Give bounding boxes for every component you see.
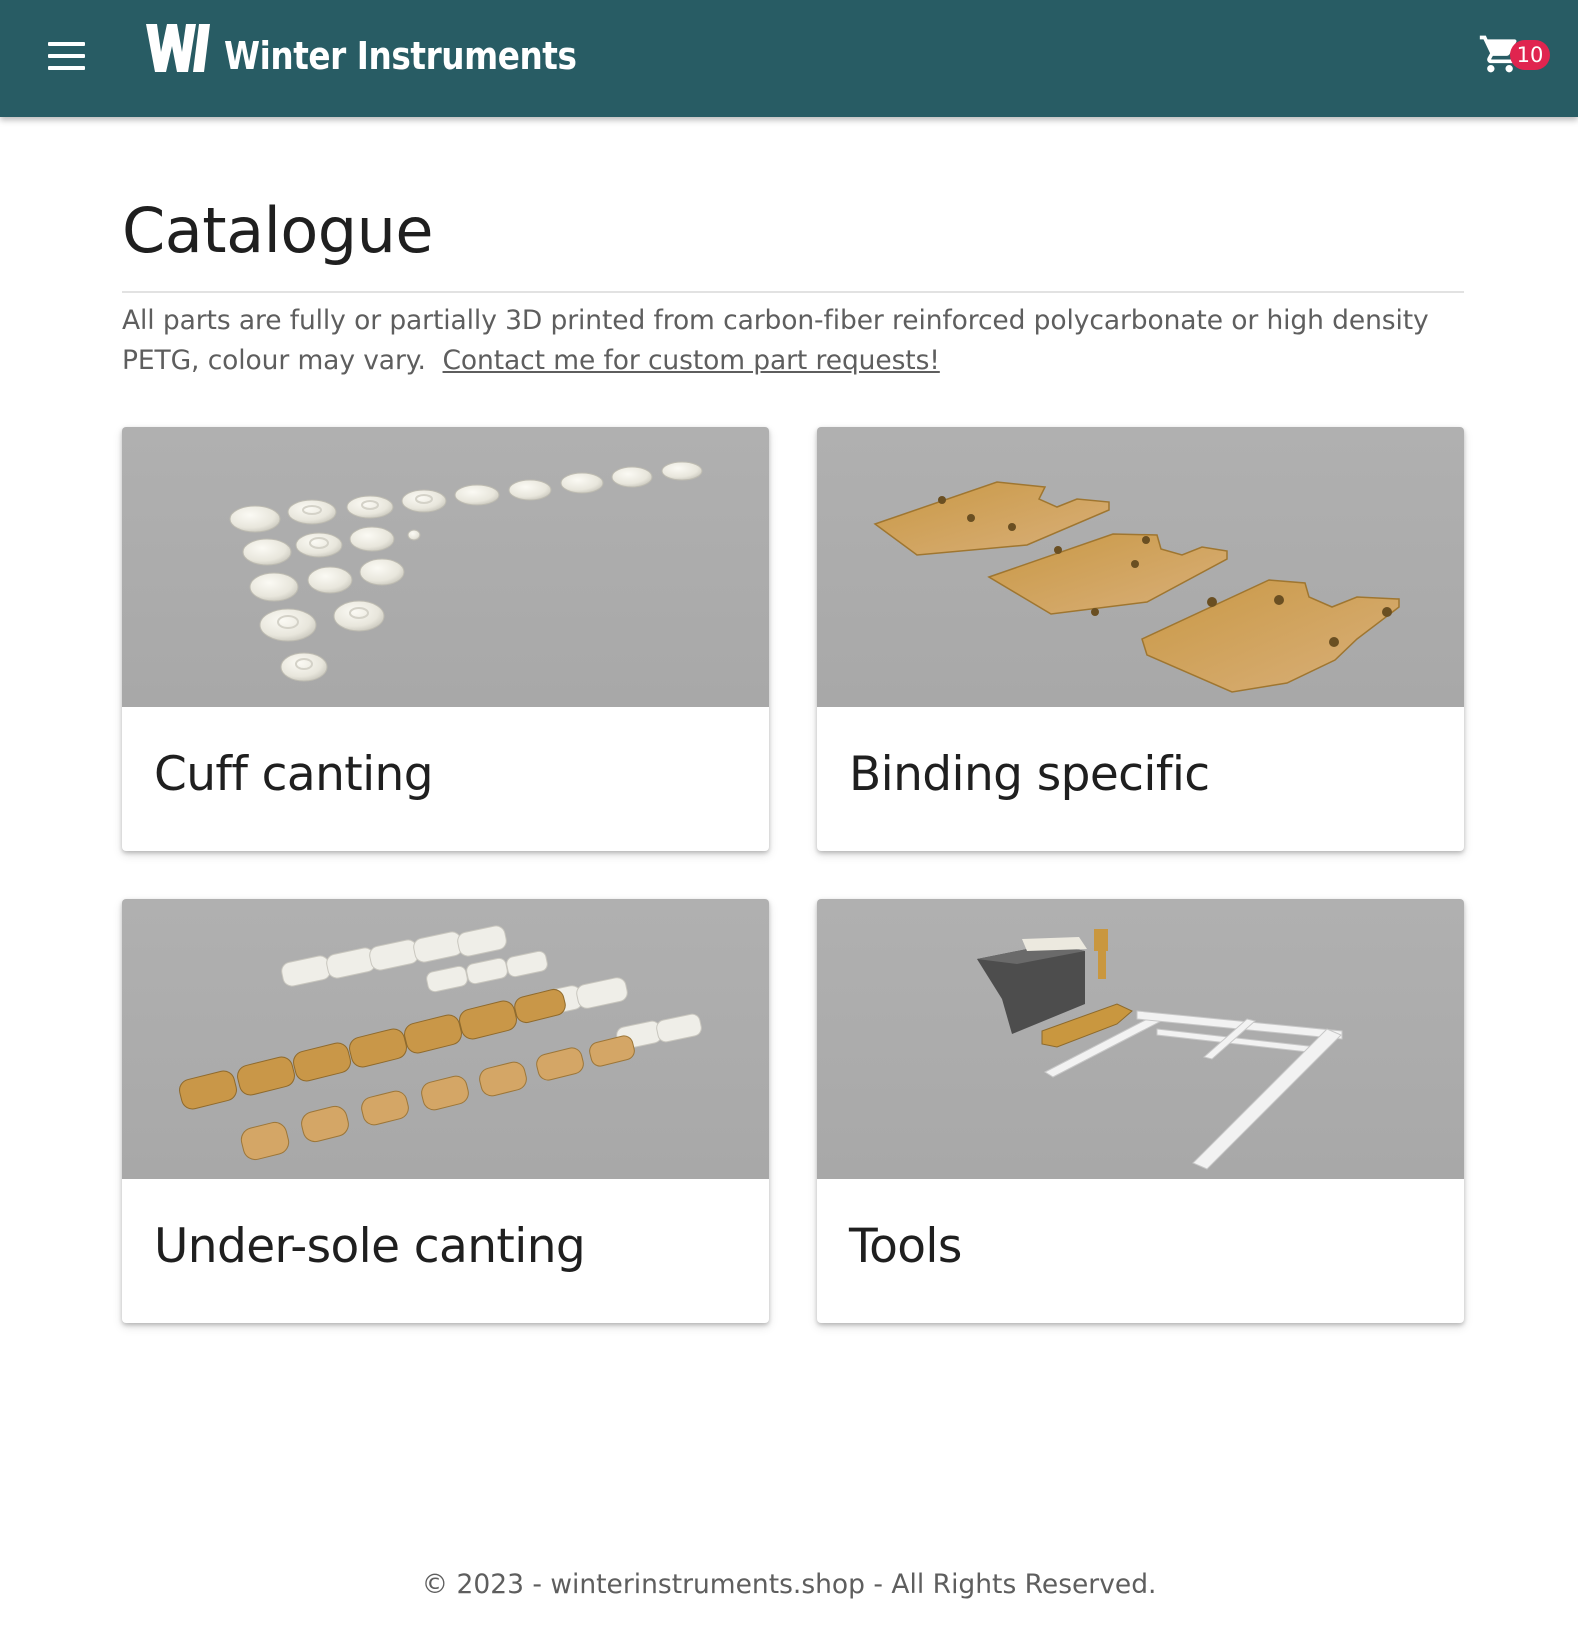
cart-count-badge: 10 <box>1510 40 1550 70</box>
brand-logo-link[interactable]: Winter Instruments <box>144 18 584 98</box>
copyright-text: © 2023 - winterinstruments.shop - All Ri… <box>421 1569 1157 1600</box>
card-title: Cuff canting <box>154 747 434 802</box>
intro-text: All parts are fully or partially 3D prin… <box>122 301 1464 381</box>
page-title: Catalogue <box>122 194 434 267</box>
category-card-binding-specific[interactable]: Binding specific <box>817 427 1464 851</box>
card-image-cuff-parts <box>122 427 769 707</box>
sole-shims-image <box>179 925 702 1161</box>
card-image-tools <box>817 899 1464 1179</box>
main-content: Catalogue All parts are fully or partial… <box>122 117 1464 381</box>
category-card-cuff-canting[interactable]: Cuff canting <box>122 427 769 851</box>
card-title: Binding specific <box>849 747 1210 802</box>
card-image-sole-shims <box>122 899 769 1179</box>
cuff-parts-image <box>229 461 703 682</box>
menu-button[interactable] <box>36 30 96 86</box>
card-title: Tools <box>849 1219 962 1274</box>
title-divider <box>122 291 1464 293</box>
wi-logo-icon <box>146 24 210 72</box>
card-title: Under-sole canting <box>154 1219 586 1274</box>
footer: © 2023 - winterinstruments.shop - All Ri… <box>0 1565 1578 1605</box>
contact-link[interactable]: Contact me for custom part requests! <box>443 345 940 376</box>
category-card-tools[interactable]: Tools <box>817 899 1464 1323</box>
app-bar: Winter Instruments 10 <box>0 0 1578 117</box>
category-card-under-sole-canting[interactable]: Under-sole canting <box>122 899 769 1323</box>
brand-name: Winter Instruments <box>224 34 577 78</box>
tools-image <box>977 929 1343 1170</box>
binding-plates-image <box>873 481 1400 693</box>
cart-button[interactable]: 10 <box>1474 28 1558 88</box>
card-image-binding-plates <box>817 427 1464 707</box>
menu-icon <box>48 42 85 46</box>
